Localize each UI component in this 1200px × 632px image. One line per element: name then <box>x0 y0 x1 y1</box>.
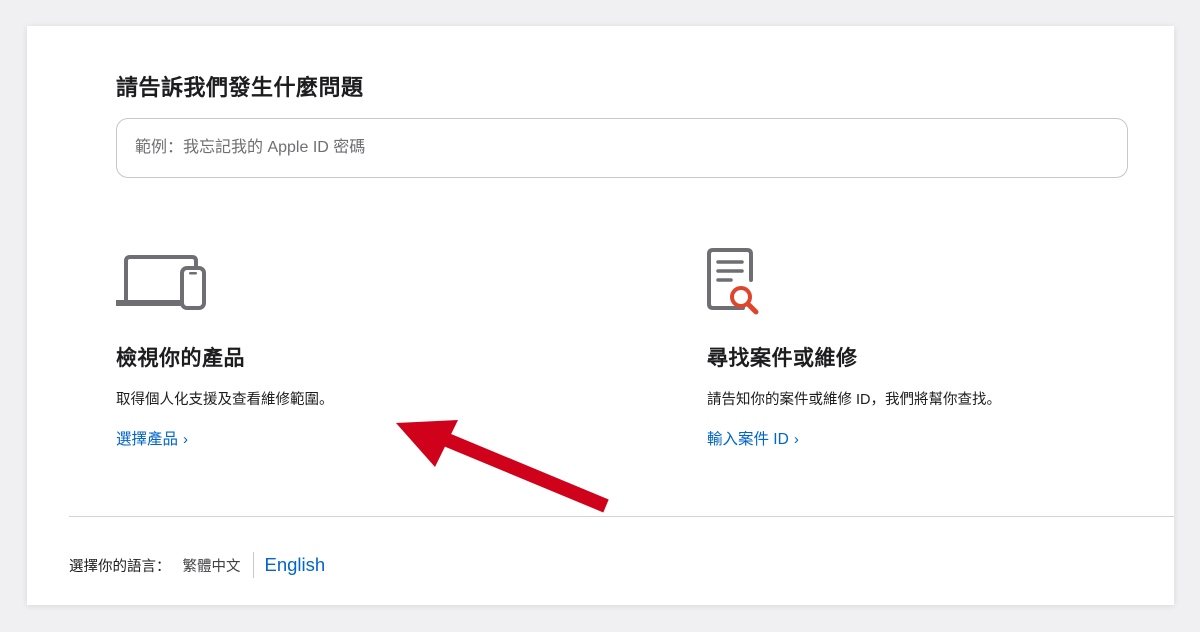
choose-product-link[interactable]: 選擇產品 › <box>116 427 188 449</box>
language-selector: 選擇你的語言： 繁體中文 English <box>69 550 325 580</box>
choose-product-link-label: 選擇產品 <box>116 431 179 448</box>
enter-case-id-link[interactable]: 輸入案件 ID › <box>707 427 799 449</box>
view-products-title: 檢視你的產品 <box>116 347 245 370</box>
enter-case-id-link-label: 輸入案件 ID <box>707 431 789 448</box>
chevron-right-icon: › <box>793 431 799 448</box>
laptop-phone-icon <box>113 254 208 315</box>
document-search-icon <box>707 246 763 321</box>
footer-divider <box>69 516 1174 517</box>
page-title: 請告訴我們發生什麼問題 <box>116 75 364 100</box>
find-case-title: 尋找案件或維修 <box>707 347 858 370</box>
language-label: 選擇你的語言： <box>69 558 171 575</box>
current-language: 繁體中文 <box>182 558 241 575</box>
english-language-link[interactable]: English <box>265 554 326 576</box>
language-separator <box>252 552 254 578</box>
support-card: 請告訴我們發生什麼問題 檢視你的產品 取得個人化支援及查看維修範圍。 選擇產品› <box>27 26 1174 605</box>
view-products-description: 取得個人化支援及查看維修範圍。 <box>116 392 334 408</box>
find-case-description: 請告知你的案件或維修 ID，我們將幫你查找。 <box>707 392 1002 408</box>
chevron-right-icon: › <box>183 431 189 448</box>
search-input[interactable] <box>135 119 1105 177</box>
search-field[interactable] <box>116 118 1128 178</box>
